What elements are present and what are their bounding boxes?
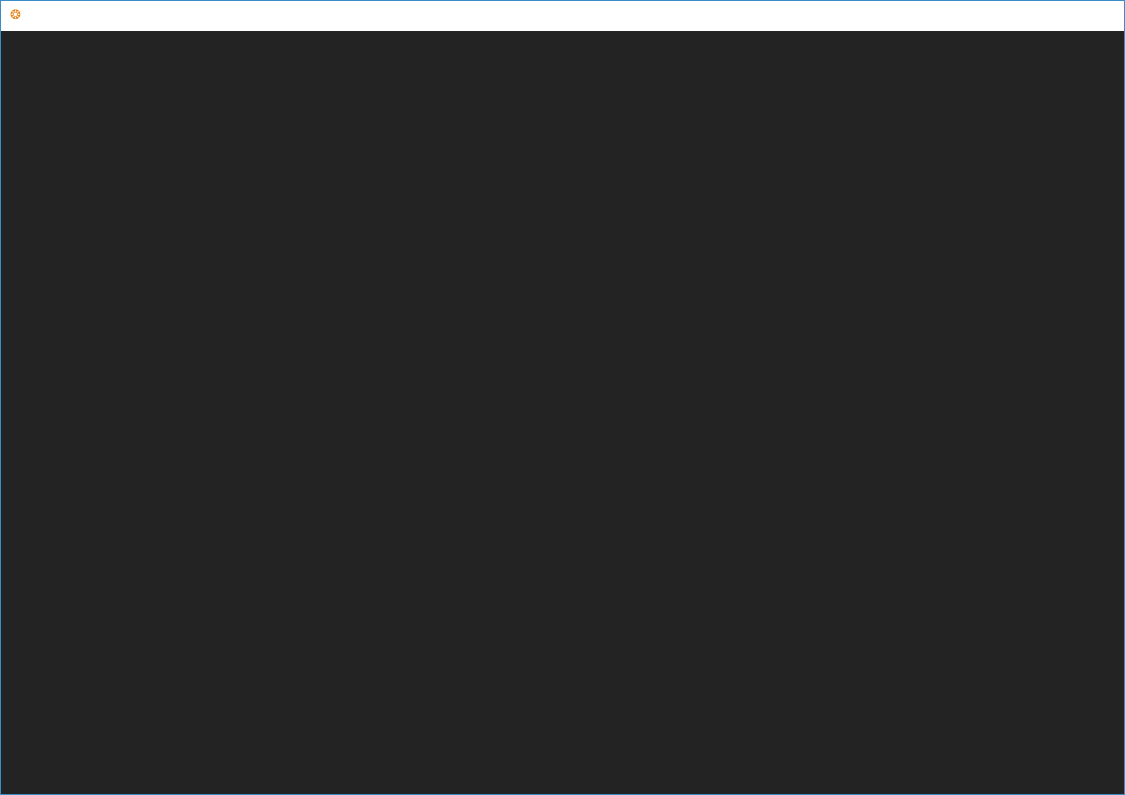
blender-logo-icon: ❂ — [10, 8, 21, 23]
blender-window: ❂ — [0, 0, 1125, 795]
minimize-button[interactable] — [1033, 1, 1079, 31]
title-bar: ❂ — [1, 1, 1124, 31]
